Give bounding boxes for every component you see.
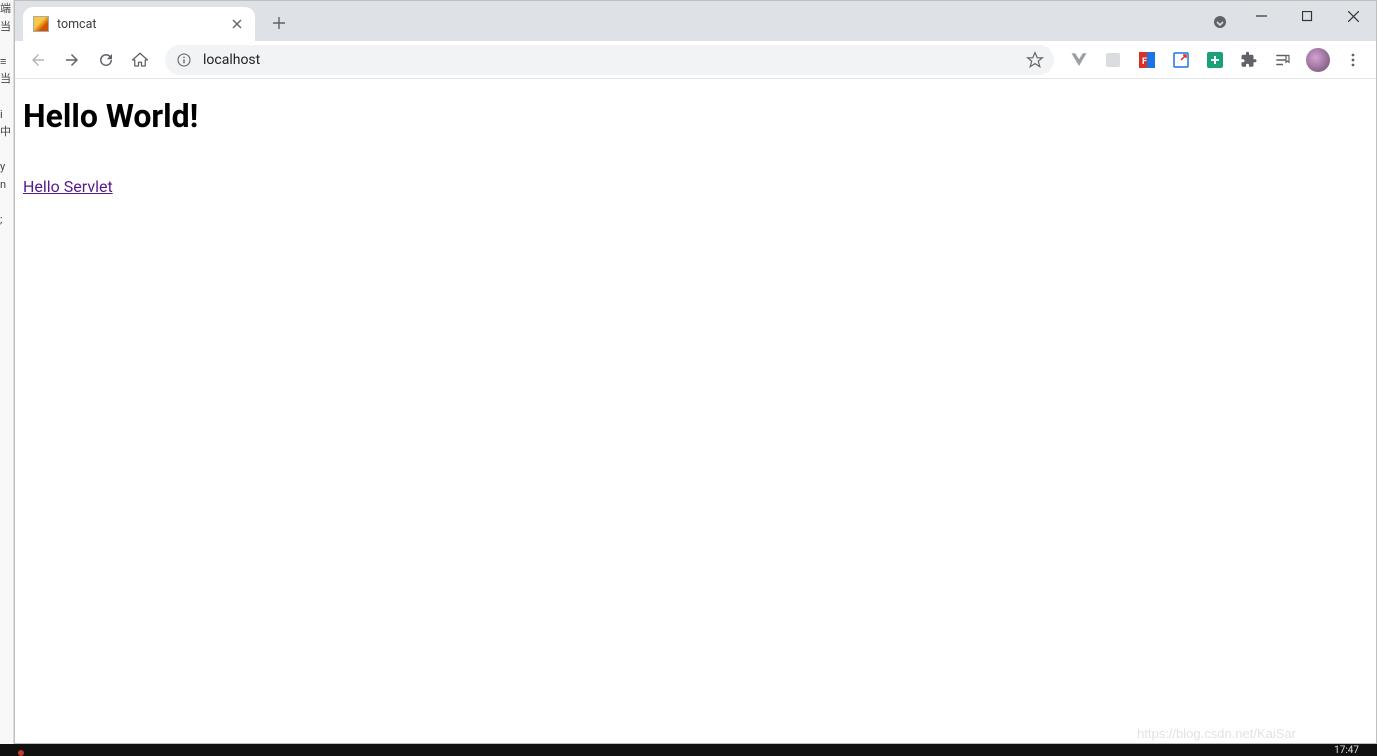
extensions-puzzle-icon[interactable] [1235, 46, 1263, 74]
browser-window: tomcat [14, 0, 1377, 744]
tab-search-button[interactable] [1208, 11, 1232, 35]
extension-vue-icon[interactable] [1065, 46, 1093, 74]
taskbar-clock: 17:47 [1334, 745, 1359, 756]
address-bar[interactable]: localhost [165, 45, 1054, 75]
bookmark-star-icon[interactable] [1026, 51, 1044, 69]
close-tab-button[interactable] [229, 16, 245, 32]
reading-list-icon[interactable] [1269, 46, 1297, 74]
reload-button[interactable] [91, 45, 121, 75]
page-heading: Hello World! [23, 97, 1368, 135]
back-button[interactable] [23, 45, 53, 75]
extension-blue-r-icon[interactable] [1167, 46, 1195, 74]
profile-avatar[interactable] [1306, 48, 1330, 72]
page-content: Hello World! Hello Servlet https://blog.… [15, 79, 1376, 743]
taskbar[interactable]: 17:47 [0, 744, 1377, 756]
extension-grey-icon[interactable] [1099, 46, 1127, 74]
new-tab-button[interactable] [265, 9, 293, 37]
extension-red-blue-icon[interactable]: F [1133, 46, 1161, 74]
watermark-text: https://blog.csdn.net/KaiSar [1137, 726, 1296, 741]
browser-tab[interactable]: tomcat [23, 7, 255, 41]
url-text: localhost [203, 52, 1026, 68]
close-window-button[interactable] [1330, 1, 1376, 31]
tab-strip: tomcat [15, 1, 1376, 41]
hello-servlet-link[interactable]: Hello Servlet [23, 177, 113, 196]
minimize-button[interactable] [1238, 1, 1284, 31]
maximize-button[interactable] [1284, 1, 1330, 31]
chrome-menu-button[interactable] [1338, 45, 1368, 75]
home-button[interactable] [125, 45, 155, 75]
window-controls [1238, 1, 1376, 33]
browser-toolbar: localhost F [15, 41, 1376, 79]
background-editor-sliver: 端当≡当i中yn; [0, 0, 14, 744]
site-info-icon[interactable] [175, 51, 193, 69]
svg-text:F: F [1142, 57, 1147, 67]
tab-title: tomcat [57, 17, 97, 32]
tab-favicon [33, 16, 49, 32]
forward-button[interactable] [57, 45, 87, 75]
extension-teal-plus-icon[interactable] [1201, 46, 1229, 74]
taskbar-indicator-icon [18, 750, 24, 756]
